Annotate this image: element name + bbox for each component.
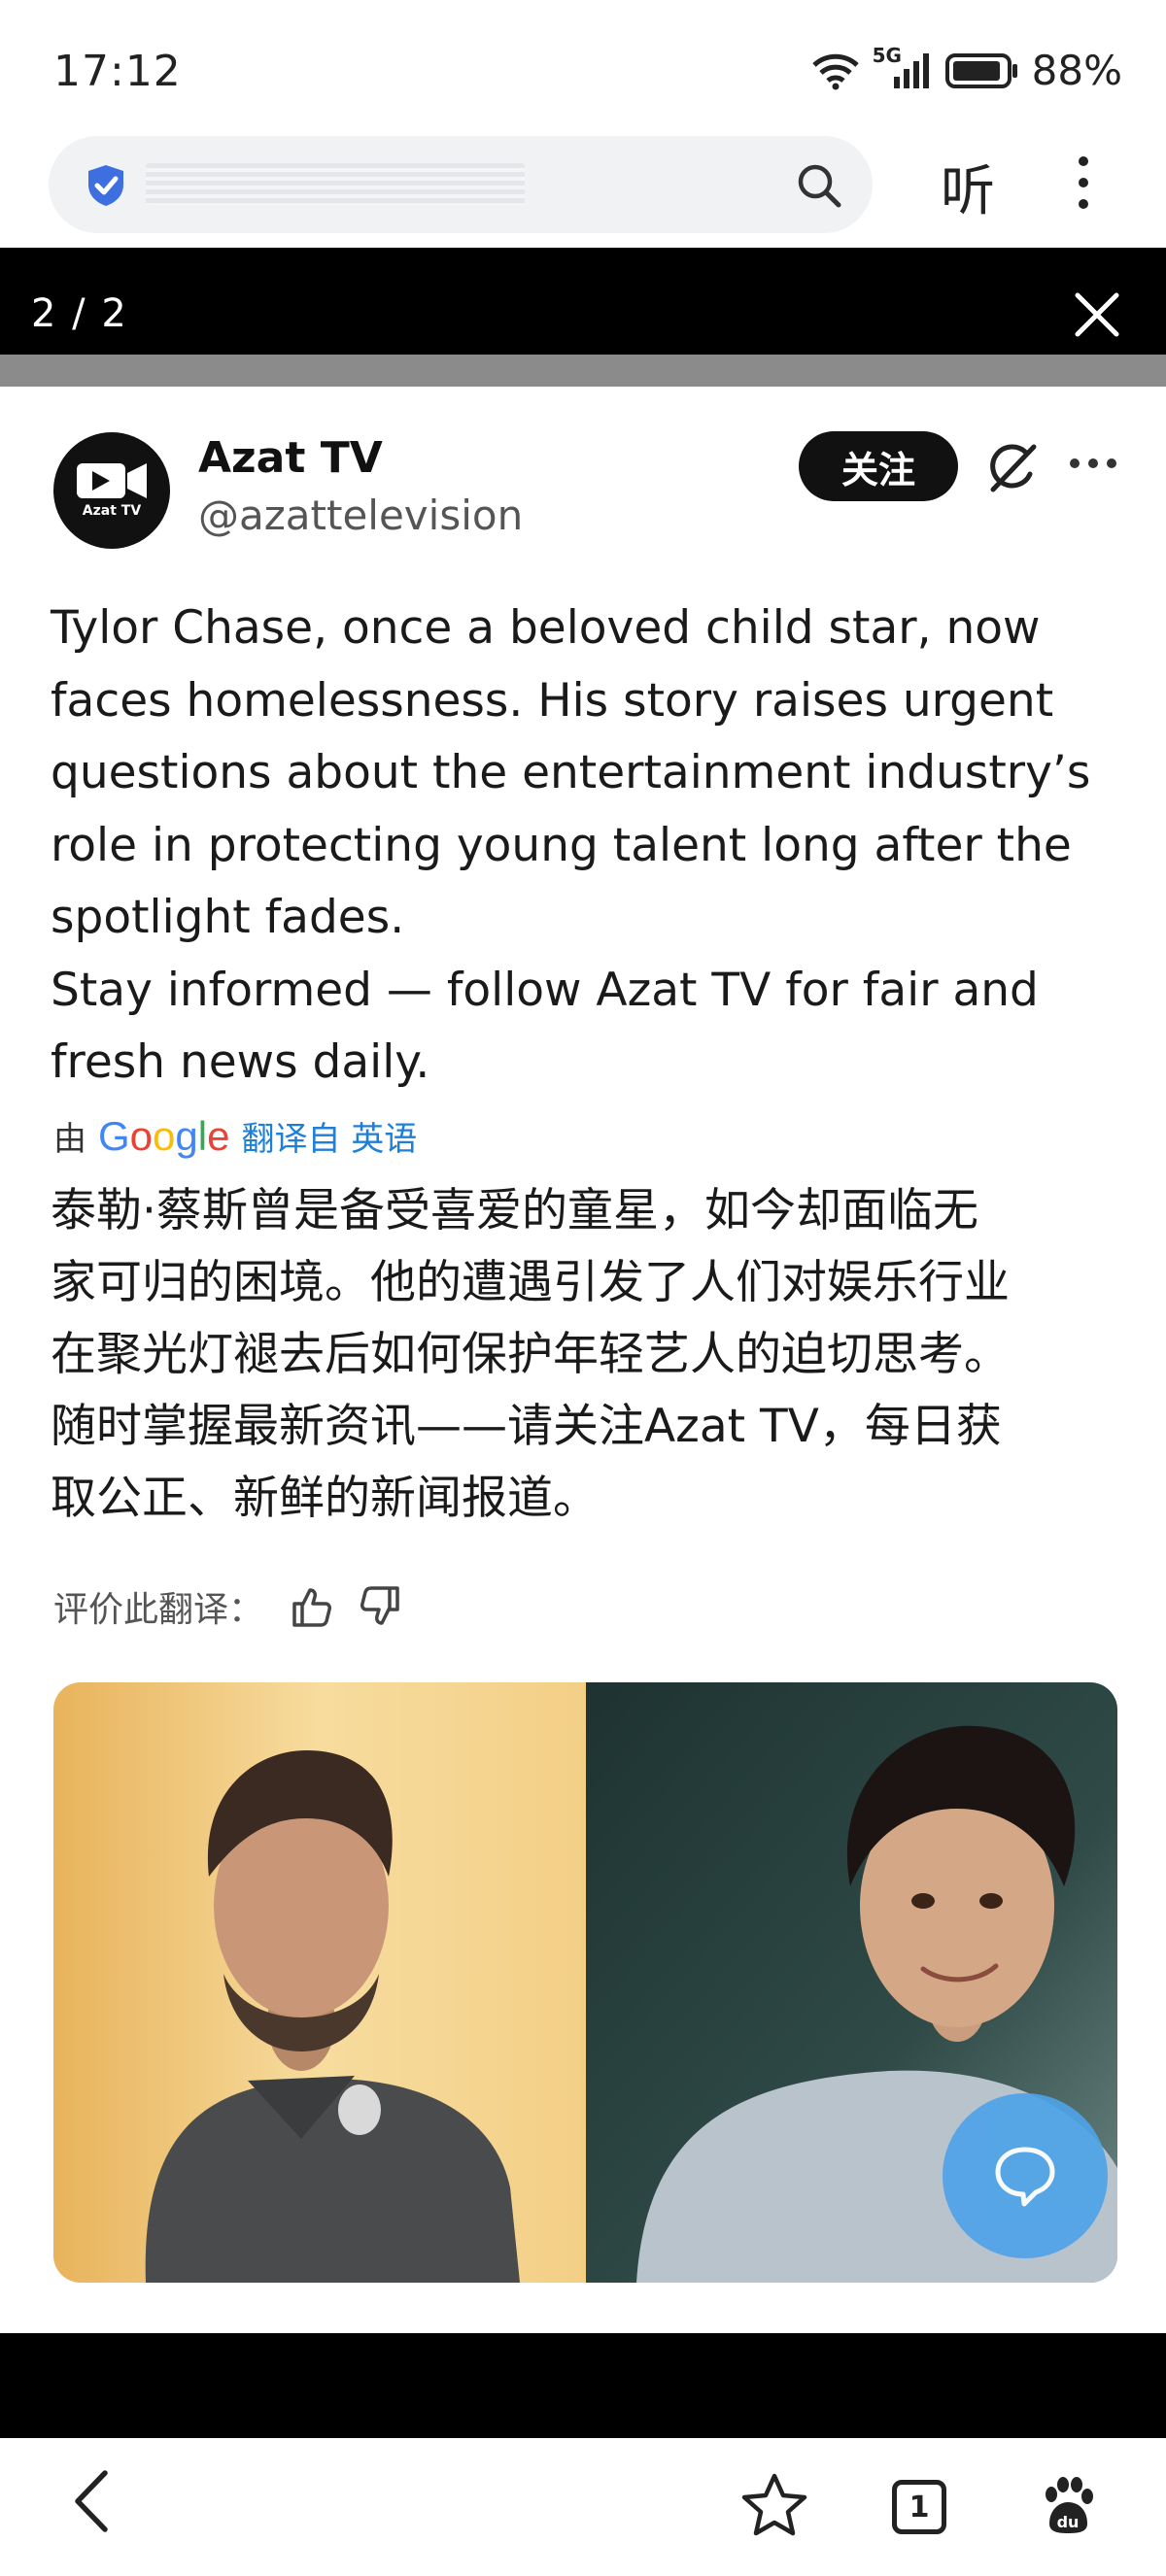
translated-by-prefix: 由 [53, 1120, 86, 1159]
baidu-paw-icon[interactable]: du [1038, 2475, 1098, 2535]
battery-icon [944, 52, 1017, 88]
chat-fab-button[interactable] [943, 2093, 1108, 2258]
google-logo: Google [98, 1112, 230, 1159]
close-icon[interactable] [1074, 291, 1120, 338]
tweet-text: Tylor Chase, once a beloved child star, … [51, 601, 1091, 1089]
avatar[interactable]: Azat TV [53, 432, 170, 549]
tabs-button[interactable]: 1 [892, 2480, 946, 2534]
author-handle[interactable]: @azattelevision [198, 491, 523, 539]
translated-from-link[interactable]: 翻译自 英语 [241, 1112, 417, 1160]
image-viewer-header [0, 248, 1166, 355]
grok-icon[interactable] [983, 439, 1042, 497]
chat-bubble-icon [995, 2147, 1055, 2207]
author-name[interactable]: Azat TV [198, 433, 383, 483]
tweet-translation: 泰勒·蔡斯曾是备受喜爱的童星，如今却面临无 家可归的困境。他的遭遇引发了人们对娱… [51, 1184, 1010, 1525]
thumbs-down-icon[interactable] [359, 1584, 403, 1629]
avatar-label: Azat TV [82, 503, 142, 519]
more-menu-icon[interactable] [1069, 153, 1098, 212]
viewer-divider [0, 355, 1166, 387]
rate-translation-row: 评价此翻译： [53, 1581, 403, 1632]
status-bar: 17:12 5G 88% [0, 0, 1166, 136]
status-indicators: 5G 88% [810, 44, 1122, 94]
bottom-navigation [0, 2438, 1166, 2576]
listen-button[interactable]: 听 [941, 148, 995, 226]
rate-label: 评价此翻译： [53, 1590, 264, 1630]
image-viewer-footer [0, 2333, 1166, 2438]
back-arrow-icon[interactable] [68, 2467, 117, 2535]
shield-icon [88, 165, 123, 206]
cell-signal-icon: 5G [873, 44, 933, 90]
battery-level: 88% [1031, 47, 1122, 94]
status-time: 17:12 [53, 47, 182, 96]
url-text-obscured [146, 163, 525, 206]
camera-logo-icon [77, 463, 147, 498]
bookmark-star-icon[interactable] [740, 2472, 808, 2538]
translation-attribution: 由 Google 翻译自 英语 [53, 1112, 417, 1160]
address-bar[interactable] [49, 136, 873, 233]
thumbs-up-icon[interactable] [289, 1584, 333, 1629]
page-counter: 2 / 2 [31, 291, 128, 336]
follow-button[interactable]: 关注 [799, 431, 958, 501]
wifi-icon [811, 53, 859, 89]
svg-text:du: du [1057, 2513, 1080, 2531]
search-icon[interactable] [795, 161, 843, 210]
more-options-icon[interactable] [1069, 457, 1117, 470]
